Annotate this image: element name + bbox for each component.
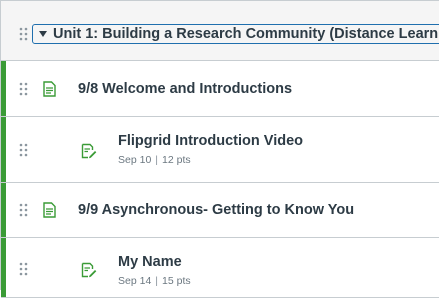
module-item-assignment[interactable]: My Name Sep 14 | 15 pts — [1, 238, 439, 298]
item-details: Sep 14 | 15 pts — [118, 275, 191, 288]
drag-handle-icon[interactable] — [19, 262, 29, 276]
separator: | — [155, 275, 159, 287]
module-item-assignment[interactable]: Flipgrid Introduction Video Sep 10 | 12 pt… — [1, 117, 439, 183]
due-date: Sep 10 — [118, 154, 152, 166]
item-title-link[interactable]: Flipgrid Introduction Video — [118, 132, 303, 150]
module-container: Unit 1: Building a Research Community (D… — [0, 0, 439, 298]
item-title-link[interactable]: 9/9 Asynchronous- Getting to Know You — [78, 201, 354, 219]
module-title: Unit 1: Building a Research Community (D… — [53, 26, 439, 42]
assignment-icon — [81, 262, 97, 278]
item-title-link[interactable]: 9/8 Welcome and Introductions — [78, 80, 292, 98]
points: 15 pts — [162, 275, 191, 287]
module-item-page[interactable]: 9/8 Welcome and Introductions — [1, 61, 439, 117]
due-date: Sep 14 — [118, 275, 152, 287]
drag-handle-icon[interactable] — [19, 143, 29, 157]
item-details: Sep 10 | 12 pts — [118, 154, 191, 167]
drag-handle-icon[interactable] — [19, 203, 29, 217]
item-title-link[interactable]: My Name — [118, 253, 182, 271]
document-icon — [43, 202, 56, 218]
published-indicator — [1, 61, 6, 116]
document-icon — [43, 81, 56, 97]
assignment-icon — [81, 143, 97, 159]
drag-handle-icon[interactable] — [19, 82, 29, 96]
published-indicator — [1, 117, 6, 182]
published-indicator — [1, 183, 6, 237]
caret-down-icon[interactable] — [39, 31, 47, 37]
drag-handle-icon[interactable] — [19, 27, 29, 41]
module-collapse-toggle[interactable]: Unit 1: Building a Research Community (D… — [32, 24, 439, 44]
published-indicator — [1, 238, 6, 297]
points: 12 pts — [162, 154, 191, 166]
separator: | — [155, 154, 159, 166]
module-item-page[interactable]: 9/9 Asynchronous- Getting to Know You — [1, 183, 439, 238]
module-header[interactable]: Unit 1: Building a Research Community (D… — [1, 1, 439, 61]
